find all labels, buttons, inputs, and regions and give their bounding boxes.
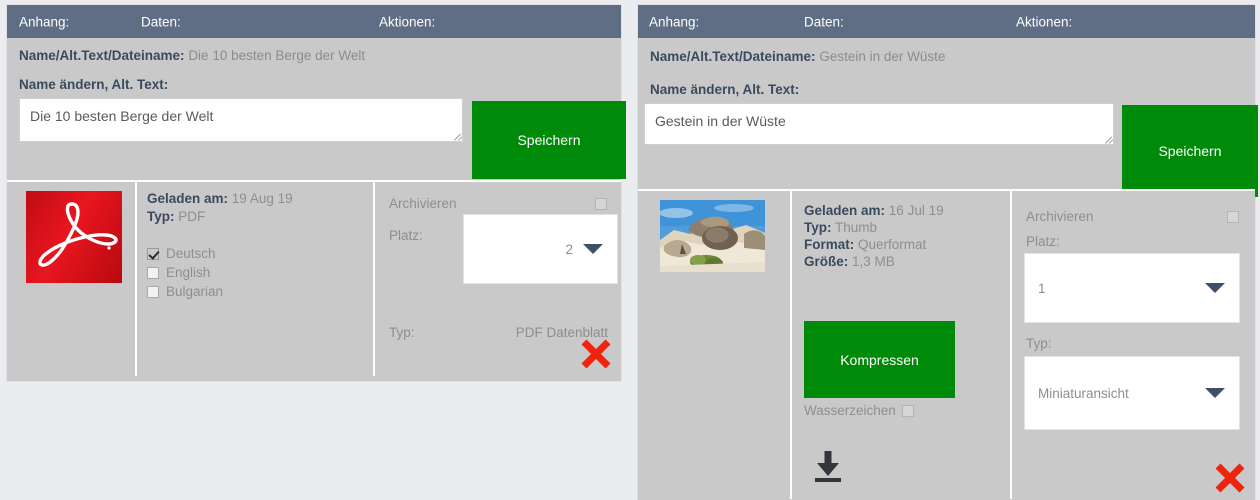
archive-checkbox-icon[interactable] <box>595 197 607 210</box>
language-label: English <box>166 265 211 280</box>
save-button[interactable]: Speichern <box>1122 105 1258 197</box>
archive-row[interactable]: Archivieren <box>389 196 607 211</box>
metadata-list: Geladen am: 16 Jul 19 Typ: Thumb Format:… <box>804 202 944 270</box>
typ-selected-value: Miniaturansicht <box>1038 385 1129 401</box>
filename-label: Name/Alt.Text/Dateiname: <box>650 49 816 64</box>
meta-label: Typ: <box>804 220 832 235</box>
card-header-bar: Anhang: Daten: Aktionen: <box>638 5 1255 38</box>
filename-row: Name/Alt.Text/Dateiname: Die 10 besten B… <box>7 38 621 63</box>
filename-value: Die 10 besten Berge der Welt <box>188 48 366 63</box>
header-attachment-label: Anhang: <box>19 14 70 29</box>
platz-label: Platz: <box>389 228 423 243</box>
meta-label: Format: <box>804 237 855 252</box>
header-data-label: Daten: <box>804 14 844 29</box>
typ-value: PDF Datenblatt <box>515 325 608 340</box>
archive-label: Archivieren <box>389 196 457 211</box>
download-arrow-icon[interactable] <box>810 449 846 483</box>
checkbox-icon[interactable] <box>147 247 159 260</box>
platz-select[interactable]: 1 <box>1024 253 1240 323</box>
filename-row: Name/Alt.Text/Dateiname: Gestein in der … <box>638 38 1255 64</box>
header-actions-label: Aktionen: <box>379 14 436 29</box>
watermark-checkbox-row[interactable]: Wasserzeichen <box>804 403 914 418</box>
data-column: Geladen am: 19 Aug 19 Typ: PDF Deutsch E… <box>137 182 373 376</box>
actions-column: Archivieren Platz: 1 Typ: Miniaturansich… <box>1012 191 1255 499</box>
rename-edit-area: Speichern <box>638 103 1258 197</box>
data-column: Geladen am: 16 Jul 19 Typ: Thumb Format:… <box>792 191 1010 499</box>
header-attachment-label: Anhang: <box>649 14 700 29</box>
meta-label: Geladen am: <box>804 203 886 218</box>
platz-selected-value: 2 <box>565 241 573 257</box>
red-x-delete-icon[interactable] <box>579 339 613 369</box>
red-x-delete-icon[interactable] <box>1213 463 1247 493</box>
typ-label: Typ: <box>389 325 415 340</box>
platz-select[interactable]: 2 <box>463 214 618 284</box>
meta-row: Typ: Thumb <box>804 219 944 236</box>
attachment-card-image: Anhang: Daten: Aktionen: Name/Alt.Text/D… <box>637 4 1258 500</box>
checkbox-icon[interactable] <box>147 285 159 298</box>
meta-label: Größe: <box>804 254 849 269</box>
meta-value: 19 Aug 19 <box>231 191 293 206</box>
rename-input[interactable] <box>644 103 1114 145</box>
attachments-manager: Anhang: Daten: Aktionen: Name/Alt.Text/D… <box>0 0 1260 500</box>
meta-row: Typ: PDF <box>147 208 293 226</box>
language-label: Bulgarian <box>166 284 224 299</box>
meta-row: Geladen am: 16 Jul 19 <box>804 202 944 219</box>
typ-select[interactable]: Miniaturansicht <box>1024 356 1240 430</box>
rename-edit-area: Speichern <box>7 98 626 180</box>
save-button[interactable]: Speichern <box>472 101 626 179</box>
thumbnail-column <box>7 182 135 376</box>
archive-checkbox-icon[interactable] <box>1227 210 1239 223</box>
meta-row: Geladen am: 19 Aug 19 <box>147 190 293 208</box>
meta-label: Geladen am: <box>147 191 229 206</box>
language-checkbox-bulgarian[interactable]: Bulgarian <box>147 282 223 301</box>
card-header-bar: Anhang: Daten: Aktionen: <box>7 5 621 38</box>
chevron-down-icon[interactable] <box>583 244 603 254</box>
thumbnail-column <box>638 191 790 499</box>
desert-rock-photo <box>660 200 765 272</box>
filename-label: Name/Alt.Text/Dateiname: <box>19 48 185 63</box>
language-label: Deutsch <box>166 246 216 261</box>
header-data-label: Daten: <box>141 14 181 29</box>
language-checkbox-list: Deutsch English Bulgarian <box>147 244 223 301</box>
rename-field-label: Name ändern, Alt. Text: <box>19 77 169 92</box>
card-body: Geladen am: 19 Aug 19 Typ: PDF Deutsch E… <box>7 180 621 376</box>
meta-value: Querformat <box>858 237 927 252</box>
meta-value: Thumb <box>835 220 878 235</box>
chevron-down-icon[interactable] <box>1205 388 1225 398</box>
language-checkbox-english[interactable]: English <box>147 263 223 282</box>
archive-label: Archivieren <box>1026 209 1094 224</box>
compress-button[interactable]: Kompressen <box>804 321 955 398</box>
checkbox-icon[interactable] <box>147 266 159 279</box>
archive-row[interactable]: Archivieren <box>1026 209 1239 224</box>
watermark-checkbox-icon[interactable] <box>901 404 914 417</box>
language-checkbox-deutsch[interactable]: Deutsch <box>147 244 223 263</box>
chevron-down-icon[interactable] <box>1205 283 1225 293</box>
meta-value: 1,3 MB <box>852 254 895 269</box>
filename-value: Gestein in der Wüste <box>819 49 946 64</box>
metadata-list: Geladen am: 19 Aug 19 Typ: PDF <box>147 190 293 226</box>
meta-value: 16 Jul 19 <box>888 203 944 218</box>
pdf-acrobat-icon <box>26 191 122 283</box>
attachment-card-pdf: Anhang: Daten: Aktionen: Name/Alt.Text/D… <box>6 4 626 382</box>
meta-row: Format: Querformat <box>804 236 944 253</box>
rename-field-label: Name ändern, Alt. Text: <box>650 82 800 97</box>
actions-column: Archivieren Platz: 2 Typ: PDF Datenblatt <box>375 182 621 376</box>
typ-label: Typ: <box>1026 336 1052 351</box>
card-body: Geladen am: 16 Jul 19 Typ: Thumb Format:… <box>638 189 1255 499</box>
rename-input[interactable] <box>19 98 463 142</box>
platz-label: Platz: <box>1026 234 1060 249</box>
meta-value: PDF <box>178 209 206 224</box>
header-actions-label: Aktionen: <box>1016 14 1073 29</box>
meta-row: Größe: 1,3 MB <box>804 253 944 270</box>
platz-selected-value: 1 <box>1038 280 1046 296</box>
meta-label: Typ: <box>147 209 175 224</box>
watermark-label: Wasserzeichen <box>804 403 896 418</box>
